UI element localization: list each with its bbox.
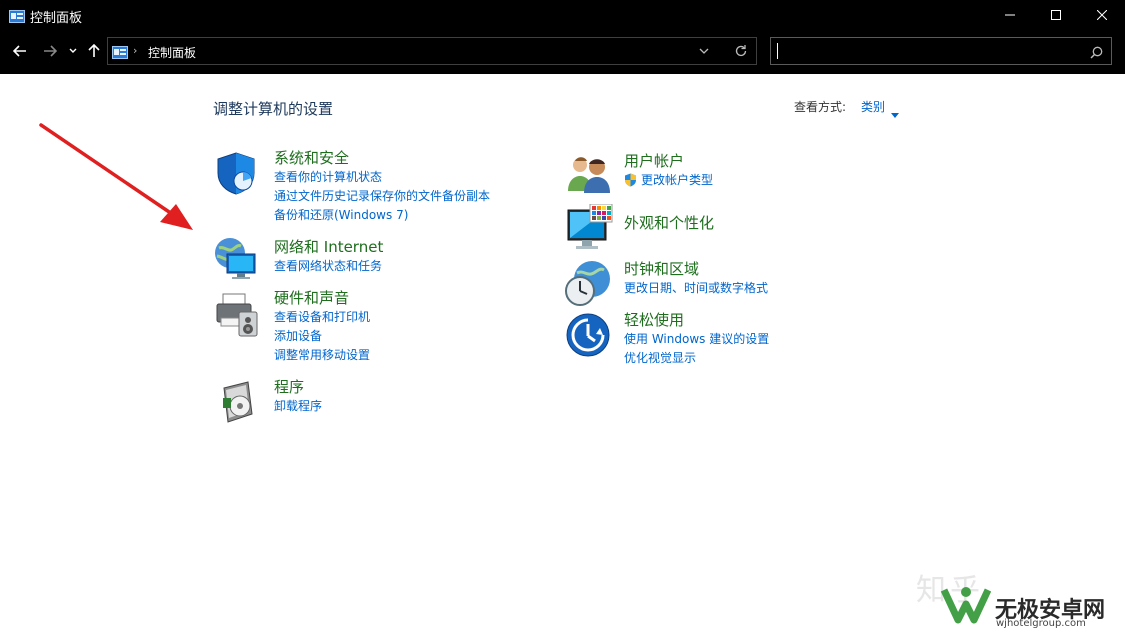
back-arrow-icon xyxy=(13,45,26,57)
control-panel-icon xyxy=(112,44,128,63)
category-link[interactable]: 备份和还原(Windows 7) xyxy=(274,206,490,225)
shield-icon[interactable] xyxy=(213,150,263,200)
category-link[interactable]: 优化视觉显示 xyxy=(624,349,769,368)
category-link[interactable]: 查看你的计算机状态 xyxy=(274,168,490,187)
category-link[interactable]: 更改日期、时间或数字格式 xyxy=(624,279,768,298)
ease-of-access-icon[interactable] xyxy=(565,312,615,362)
category-appearance: 外观和个性化 xyxy=(624,213,714,233)
category-title[interactable]: 用户帐户 xyxy=(624,151,713,171)
back-button[interactable] xyxy=(10,40,30,62)
category-link[interactable]: 卸载程序 xyxy=(274,397,322,416)
category-link[interactable]: 更改帐户类型 xyxy=(624,171,713,190)
view-by-label: 查看方式: xyxy=(794,100,847,114)
category-hardware-sound: 硬件和声音 查看设备和打印机 添加设备 调整常用移动设置 xyxy=(274,288,370,365)
category-link[interactable]: 查看设备和打印机 xyxy=(274,308,370,327)
view-mode-selector[interactable]: 类别 xyxy=(861,98,885,115)
printer-speaker-icon[interactable] xyxy=(213,290,263,340)
brand-logo-icon xyxy=(940,587,992,624)
chevron-down-icon xyxy=(69,48,77,53)
programs-disc-icon[interactable] xyxy=(218,378,268,428)
text-cursor xyxy=(777,43,778,59)
monitor-palette-icon[interactable] xyxy=(566,203,616,254)
close-button[interactable] xyxy=(1079,0,1125,30)
forward-button[interactable] xyxy=(40,40,60,62)
maximize-button[interactable] xyxy=(1033,0,1079,30)
address-bar[interactable]: › 控制面板 xyxy=(107,37,757,65)
category-title[interactable]: 时钟和区域 xyxy=(624,259,768,279)
category-link[interactable]: 查看网络状态和任务 xyxy=(274,257,383,276)
title-bar: 控制面板 xyxy=(0,0,1125,30)
category-title[interactable]: 程序 xyxy=(274,377,322,397)
brand-url: wjhotelgroup.com xyxy=(996,618,1086,629)
users-icon[interactable] xyxy=(565,153,615,203)
category-title[interactable]: 硬件和声音 xyxy=(274,288,370,308)
annotation-arrow-icon xyxy=(39,123,193,230)
category-link-label: 更改帐户类型 xyxy=(641,173,714,187)
minimize-icon xyxy=(1005,14,1015,16)
control-panel-icon xyxy=(9,8,25,27)
breadcrumb-separator-icon: › xyxy=(133,44,138,57)
category-link[interactable]: 通过文件历史记录保存你的文件备份副本 xyxy=(274,187,490,206)
address-dropdown-button[interactable] xyxy=(698,43,710,62)
maximize-icon xyxy=(1051,10,1061,20)
category-system-security: 系统和安全 查看你的计算机状态 通过文件历史记录保存你的文件备份副本 备份和还原… xyxy=(274,148,490,225)
refresh-icon xyxy=(735,45,747,57)
category-title[interactable]: 外观和个性化 xyxy=(624,213,714,233)
category-clock-region: 时钟和区域 更改日期、时间或数字格式 xyxy=(624,259,768,298)
close-icon xyxy=(1097,10,1107,20)
window-title: 控制面板 xyxy=(30,11,83,26)
caret-down-icon[interactable] xyxy=(891,103,899,122)
uac-shield-icon xyxy=(625,173,636,187)
category-link[interactable]: 添加设备 xyxy=(274,327,370,346)
category-ease-of-access: 轻松使用 使用 Windows 建议的设置 优化视觉显示 xyxy=(624,310,769,368)
category-link[interactable]: 调整常用移动设置 xyxy=(274,346,370,365)
search-input[interactable] xyxy=(781,40,1081,62)
category-programs: 程序 卸载程序 xyxy=(274,377,322,416)
minimize-button[interactable] xyxy=(987,0,1033,30)
chevron-down-icon xyxy=(699,48,709,54)
breadcrumb[interactable]: 控制面板 xyxy=(148,44,196,61)
search-box[interactable] xyxy=(770,37,1112,65)
up-arrow-icon xyxy=(88,44,100,57)
recent-locations-button[interactable] xyxy=(66,40,80,62)
search-icon[interactable] xyxy=(1090,44,1103,63)
category-user-accounts: 用户帐户 更改帐户类型 xyxy=(624,151,713,190)
forward-arrow-icon xyxy=(44,45,57,57)
category-title[interactable]: 系统和安全 xyxy=(274,148,490,168)
category-title[interactable]: 网络和 Internet xyxy=(274,237,383,257)
category-title[interactable]: 轻松使用 xyxy=(624,310,769,330)
refresh-button[interactable] xyxy=(734,43,748,62)
page-title: 调整计算机的设置 xyxy=(213,100,334,118)
category-network-internet: 网络和 Internet 查看网络状态和任务 xyxy=(274,237,383,276)
clock-globe-icon[interactable] xyxy=(563,259,613,309)
category-link[interactable]: 使用 Windows 建议的设置 xyxy=(624,330,769,349)
network-globe-icon[interactable] xyxy=(213,236,263,286)
up-button[interactable] xyxy=(84,40,104,62)
